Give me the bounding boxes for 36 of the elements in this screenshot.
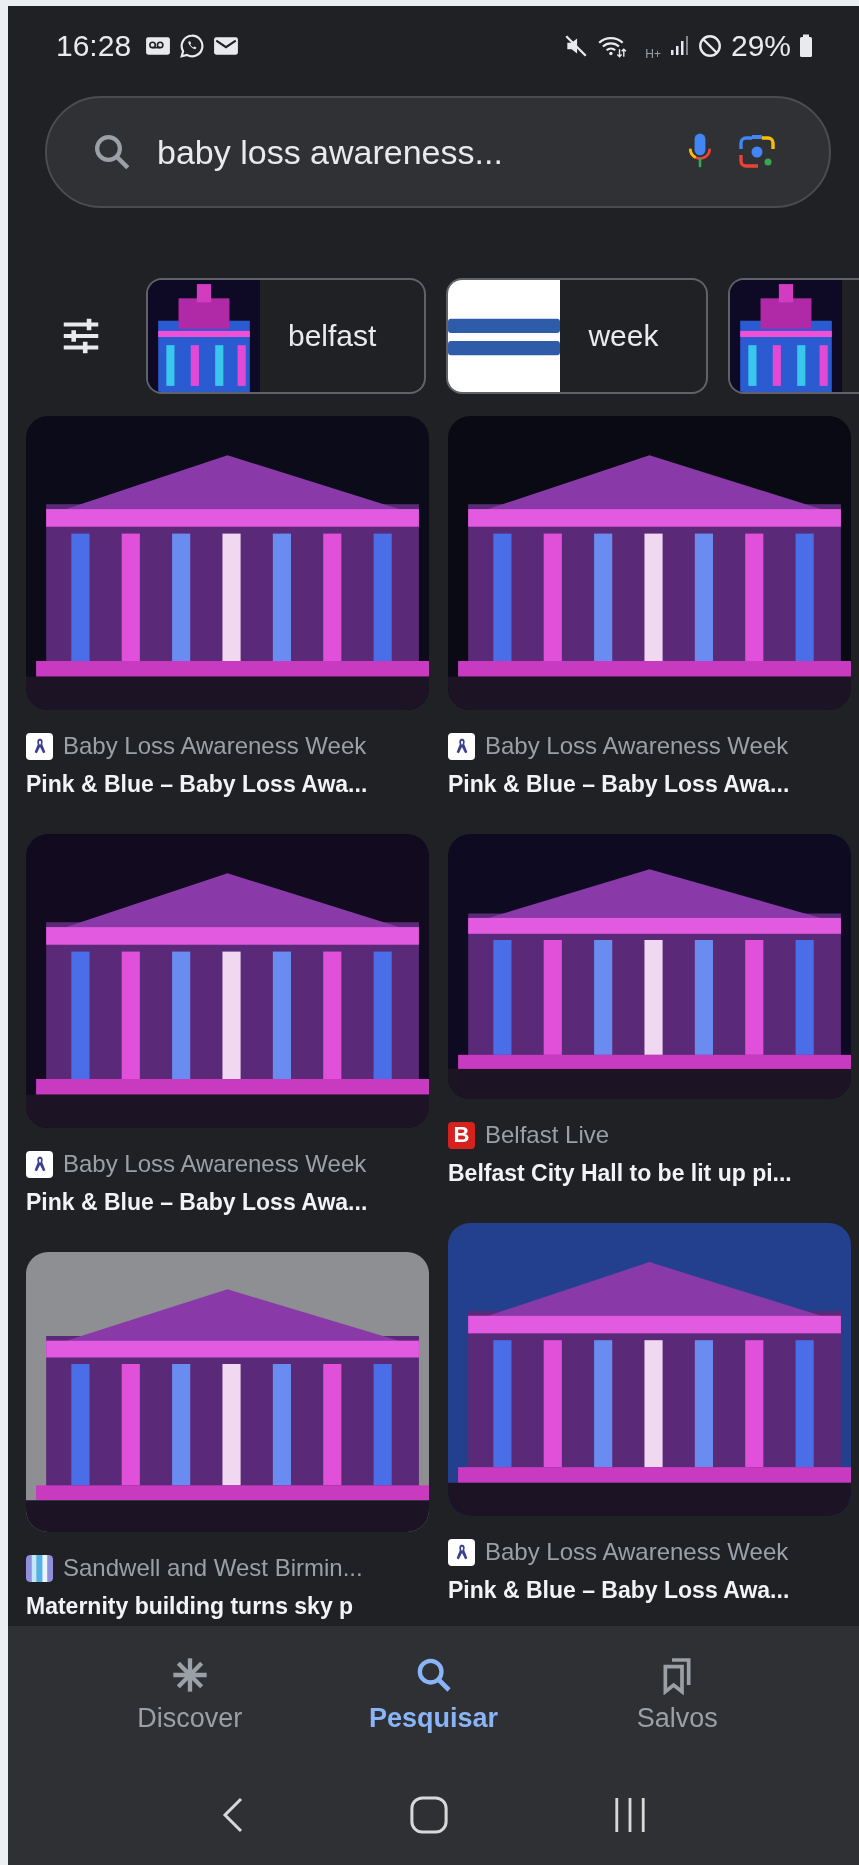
result-title[interactable]: Pink & Blue – Baby Loss Awa... bbox=[448, 764, 851, 804]
suggestion-chip[interactable] bbox=[728, 278, 859, 394]
network-type: H+ bbox=[645, 47, 661, 61]
signal-icon bbox=[668, 35, 689, 57]
ribbon-icon bbox=[448, 732, 475, 760]
nav-tab[interactable]: Discover bbox=[68, 1626, 312, 1762]
home-icon[interactable] bbox=[409, 1795, 448, 1834]
result-title[interactable]: Pink & Blue – Baby Loss Awa... bbox=[26, 1182, 429, 1222]
search-input[interactable]: baby loss awareness... bbox=[157, 132, 663, 172]
result-source: Baby Loss Awareness Week bbox=[63, 1150, 367, 1178]
result-source: Baby Loss Awareness Week bbox=[63, 732, 367, 760]
result-title[interactable]: Maternity building turns sky p bbox=[26, 1586, 429, 1626]
ribbon-icon bbox=[448, 1538, 475, 1566]
result-title[interactable]: Belfast City Hall to be lit up pi... bbox=[448, 1153, 851, 1193]
chat-bubble-icon bbox=[179, 33, 206, 59]
ribbon-icon bbox=[26, 732, 53, 760]
stripes-icon bbox=[26, 1554, 53, 1582]
nav-tab[interactable]: Salvos bbox=[555, 1626, 799, 1762]
status-time: 16:28 bbox=[56, 29, 132, 63]
recent-apps-icon[interactable] bbox=[612, 1795, 647, 1834]
result-source: Baby Loss Awareness Week bbox=[485, 732, 789, 760]
nav-tab[interactable]: Pesquisar bbox=[311, 1626, 556, 1762]
ribbon-icon bbox=[26, 1150, 53, 1178]
result-title[interactable]: Pink & Blue – Baby Loss Awa... bbox=[26, 764, 429, 804]
suggestion-chip[interactable]: belfast bbox=[146, 278, 427, 394]
do-not-disturb-icon bbox=[696, 33, 723, 59]
result-title[interactable]: Pink & Blue – Baby Loss Awa... bbox=[448, 1570, 851, 1610]
site-logo: B bbox=[448, 1121, 475, 1149]
battery-icon bbox=[799, 34, 813, 58]
result-source: Belfast Live bbox=[485, 1121, 610, 1149]
mail-icon bbox=[213, 35, 240, 57]
result-source: Sandwell and West Birmin... bbox=[63, 1554, 363, 1582]
suggestion-chip[interactable]: week bbox=[446, 278, 709, 394]
battery-percent: 29% bbox=[730, 29, 791, 63]
voicemail-icon bbox=[145, 35, 172, 57]
result-source: Baby Loss Awareness Week bbox=[485, 1538, 789, 1566]
